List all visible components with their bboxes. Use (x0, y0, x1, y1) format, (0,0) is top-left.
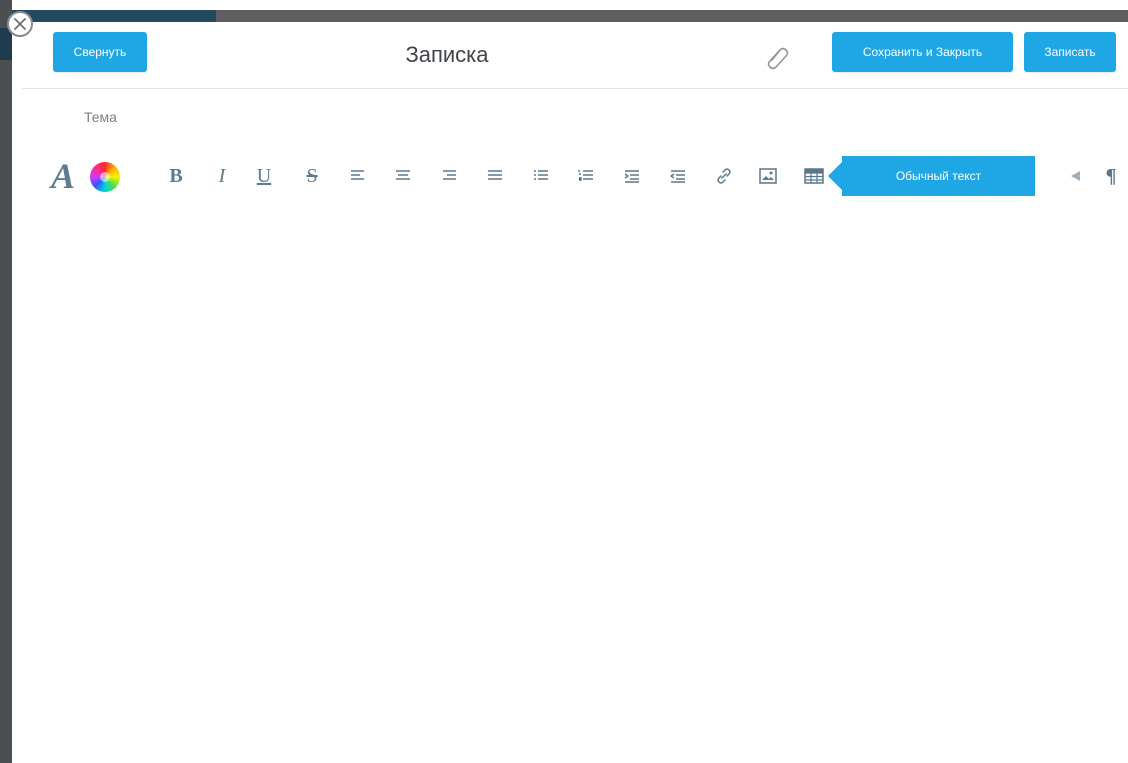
window-top-strip-accent (12, 10, 216, 22)
text-direction-icon[interactable] (1062, 162, 1088, 190)
align-right-icon[interactable] (436, 162, 462, 190)
pilcrow-icon[interactable]: ¶ (1098, 162, 1124, 190)
image-icon[interactable] (755, 162, 781, 190)
save-and-close-button[interactable]: Сохранить и Закрыть (832, 32, 1013, 72)
close-icon[interactable] (7, 11, 33, 37)
subject-field[interactable]: Тема (84, 109, 117, 125)
collapse-button[interactable]: Свернуть (53, 32, 147, 72)
link-icon[interactable] (711, 162, 737, 190)
formatting-toolbar: A B I U S Обычный текст ¶ (46, 156, 1128, 196)
color-wheel-icon[interactable] (90, 162, 120, 192)
note-editor-area[interactable] (22, 212, 1128, 763)
bold-button[interactable]: B (163, 162, 189, 190)
note-panel: Свернуть Записка Сохранить и Закрыть Зап… (22, 22, 1128, 763)
align-center-icon[interactable] (390, 162, 416, 190)
outdent-icon[interactable] (665, 162, 691, 190)
font-icon[interactable]: A (46, 156, 80, 196)
note-header: Свернуть Записка Сохранить и Закрыть Зап… (22, 22, 1128, 89)
bulleted-list-icon[interactable] (528, 162, 554, 190)
indent-icon[interactable] (619, 162, 645, 190)
save-button[interactable]: Записать (1024, 32, 1116, 72)
strikethrough-button[interactable]: S (299, 162, 325, 190)
underline-button[interactable]: U (251, 162, 277, 190)
window-top-margin (0, 0, 1128, 10)
table-icon[interactable] (801, 162, 827, 190)
align-justify-icon[interactable] (482, 162, 508, 190)
numbered-list-icon[interactable] (573, 162, 599, 190)
align-left-icon[interactable] (345, 162, 371, 190)
window-left-frame (0, 0, 12, 763)
paragraph-style-select[interactable]: Обычный текст (828, 156, 1035, 196)
page-title: Записка (405, 42, 489, 67)
paperclip-icon[interactable] (765, 42, 791, 72)
italic-button[interactable]: I (209, 162, 235, 190)
